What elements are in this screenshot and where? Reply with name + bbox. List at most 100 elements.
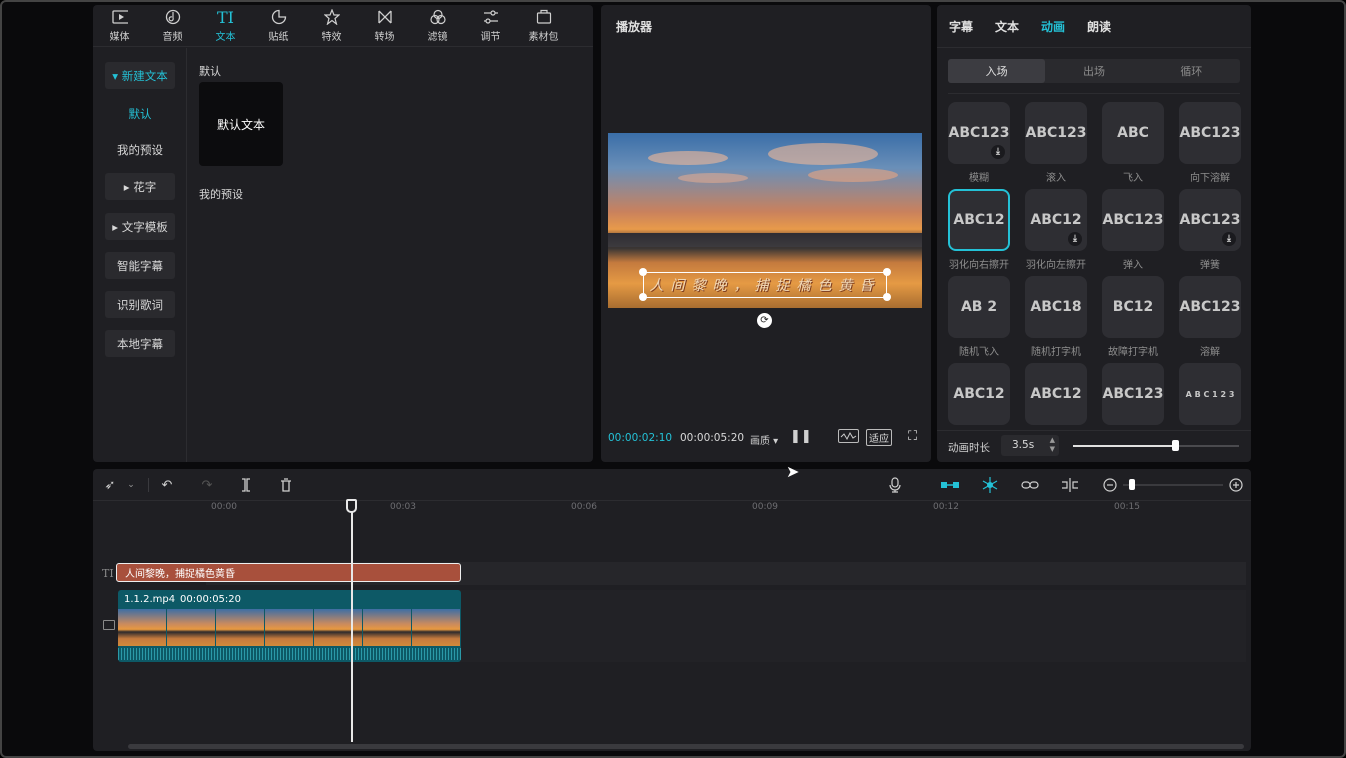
tab-label: 素材包 (528, 32, 559, 43)
animation-preset[interactable]: ABC12 (948, 363, 1010, 425)
animation-preset[interactable]: BC12 (1102, 276, 1164, 338)
chevron-down-icon[interactable]: ⌄ (121, 476, 141, 494)
animation-preset[interactable]: ABC18 (1025, 276, 1087, 338)
download-icon[interactable]: ⤓ (1068, 232, 1082, 246)
tab-text-props[interactable]: 文本 (995, 18, 1019, 35)
tab-captions[interactable]: 字幕 (949, 18, 973, 35)
tab-read-aloud[interactable]: 朗读 (1087, 18, 1111, 35)
playhead[interactable] (351, 502, 353, 742)
animation-preset[interactable]: ABC123 ⤓ (948, 102, 1010, 164)
default-text-tile[interactable]: 默认文本 (199, 82, 283, 166)
tab-media[interactable]: 媒体 (93, 5, 146, 47)
redo-icon[interactable]: ↷ (197, 476, 217, 494)
delete-icon[interactable] (276, 476, 296, 494)
microphone-icon[interactable] (885, 476, 905, 494)
pause-icon[interactable]: ❚❚ (790, 429, 812, 444)
animation-preset[interactable]: ABC123 (1102, 363, 1164, 425)
animation-preset[interactable]: A B C 1 2 3 (1179, 363, 1241, 425)
tick-label: 00:15 (1114, 502, 1140, 512)
time-ruler[interactable]: 00:00 00:03 00:06 00:09 00:12 00:15 (93, 500, 1251, 515)
playhead-handle[interactable] (346, 499, 357, 513)
segment-in[interactable]: 入场 (948, 59, 1046, 83)
animation-preset[interactable]: ABC12 ⤓ (1025, 189, 1087, 251)
sidebar-item-smart-captions[interactable]: 智能字幕 (105, 252, 175, 279)
animation-preset[interactable]: AB 2 (948, 276, 1010, 338)
text-track-icon: TI (102, 567, 114, 580)
tick-label: 00:09 (752, 502, 778, 512)
animation-preview-text: ABC123 (1179, 299, 1241, 315)
tab-adjust[interactable]: 调节 (464, 5, 517, 47)
subtitle-selection-box[interactable]: 人间黎晚，捕捉橘色黄昏 (643, 272, 887, 298)
sidebar-item-new-text[interactable]: ▾ 新建文本 (105, 62, 175, 89)
animation-preset[interactable]: ABC123 (1102, 189, 1164, 251)
animation-preview-text: ABC123 (1179, 125, 1241, 141)
segment-out[interactable]: 出场 (1045, 59, 1142, 83)
animation-preset[interactable]: ABC123 (1179, 276, 1241, 338)
animation-preset-label: 随机飞入 (959, 347, 999, 358)
slider-thumb[interactable] (1172, 440, 1179, 451)
undo-icon[interactable]: ↶ (157, 476, 177, 494)
video-clip-name: 1.1.2.mp4 (124, 594, 176, 605)
sidebar-item-text-templates[interactable]: ▸ 文字模板 (105, 213, 175, 240)
fit-button[interactable]: 适应 (866, 429, 892, 446)
duration-slider[interactable] (1073, 440, 1239, 451)
text-clip[interactable]: 人间黎晚，捕捉橘色黄昏 (116, 563, 461, 582)
sidebar-item-my-presets[interactable]: 我的预设 (105, 136, 175, 163)
link-icon[interactable] (1020, 476, 1040, 494)
video-preview[interactable]: 人间黎晚，捕捉橘色黄昏 (608, 133, 922, 308)
zoom-out-icon[interactable] (1100, 476, 1120, 494)
tab-audio[interactable]: 音频 (146, 5, 199, 47)
zoom-in-icon[interactable] (1226, 476, 1246, 494)
resize-handle[interactable] (883, 268, 891, 276)
animation-preset[interactable]: ABC12 (948, 189, 1010, 251)
sidebar-item-default[interactable]: 默认 (105, 100, 175, 127)
resize-handle[interactable] (639, 293, 647, 301)
tab-effects[interactable]: 特效 (305, 5, 358, 47)
tab-label: 滤镜 (427, 32, 448, 43)
tab-animation[interactable]: 动画 (1041, 18, 1065, 35)
duration-row: 动画时长 3.5s ▲ ▼ (937, 430, 1251, 460)
animation-preset[interactable]: ABC12 (1025, 363, 1087, 425)
video-thumbnail (363, 609, 412, 646)
resize-handle[interactable] (883, 293, 891, 301)
split-icon[interactable] (236, 476, 256, 494)
resize-handle[interactable] (639, 268, 647, 276)
quality-dropdown[interactable]: 画质 ▾ (750, 432, 778, 447)
tab-package[interactable]: 素材包 (517, 5, 570, 47)
segment-loop[interactable]: 循环 (1143, 59, 1240, 83)
sidebar-item-lyrics[interactable]: 识别歌词 (105, 291, 175, 318)
animation-preview-text: ABC12 (1030, 386, 1082, 402)
animation-preset-label: 随机打字机 (1031, 347, 1081, 358)
animation-preset-label: 故障打字机 (1108, 347, 1158, 358)
animation-preset[interactable]: ABC123 (1025, 102, 1087, 164)
tab-text[interactable]: TI 文本 (199, 5, 252, 47)
video-track-icon (103, 620, 115, 630)
animation-preset[interactable]: ABC (1102, 102, 1164, 164)
property-tabs: 字幕 文本 动画 朗读 (949, 18, 1111, 35)
animation-preset[interactable]: ABC123 ⤓ (1179, 189, 1241, 251)
download-icon[interactable]: ⤓ (991, 145, 1005, 159)
sidebar-item-fancy-text[interactable]: ▸ 花字 (105, 173, 175, 200)
preview-axis-icon[interactable] (1060, 476, 1080, 494)
auto-linkage-icon[interactable] (980, 476, 1000, 494)
tab-sticker[interactable]: 贴纸 (252, 5, 305, 47)
select-tool-icon[interactable]: ➶ (100, 476, 120, 494)
timeline-scrollbar[interactable] (128, 744, 1244, 749)
tab-transition[interactable]: 转场 (358, 5, 411, 47)
sticker-icon (271, 9, 287, 25)
audio-icon (165, 9, 181, 25)
sidebar-item-local-captions[interactable]: 本地字幕 (105, 330, 175, 357)
fullscreen-icon[interactable]: ⛶ (908, 429, 917, 444)
rotate-icon[interactable]: ⟳ (757, 313, 772, 328)
duration-input[interactable]: 3.5s ▲ ▼ (1001, 435, 1059, 456)
animation-preset[interactable]: ABC123 (1179, 102, 1241, 164)
waveform-icon[interactable] (838, 429, 859, 443)
animation-preview-text: ABC12 (953, 212, 1005, 228)
zoom-slider[interactable] (1123, 479, 1223, 490)
tab-filter[interactable]: 滤镜 (411, 5, 464, 47)
stepper-icon[interactable]: ▲ ▼ (1050, 436, 1055, 454)
download-icon[interactable]: ⤓ (1222, 232, 1236, 246)
video-clip[interactable]: 1.1.2.mp4 00:00:05:20 (118, 590, 461, 662)
zoom-slider-thumb[interactable] (1129, 479, 1135, 490)
magnet-snap-icon[interactable] (940, 476, 960, 494)
